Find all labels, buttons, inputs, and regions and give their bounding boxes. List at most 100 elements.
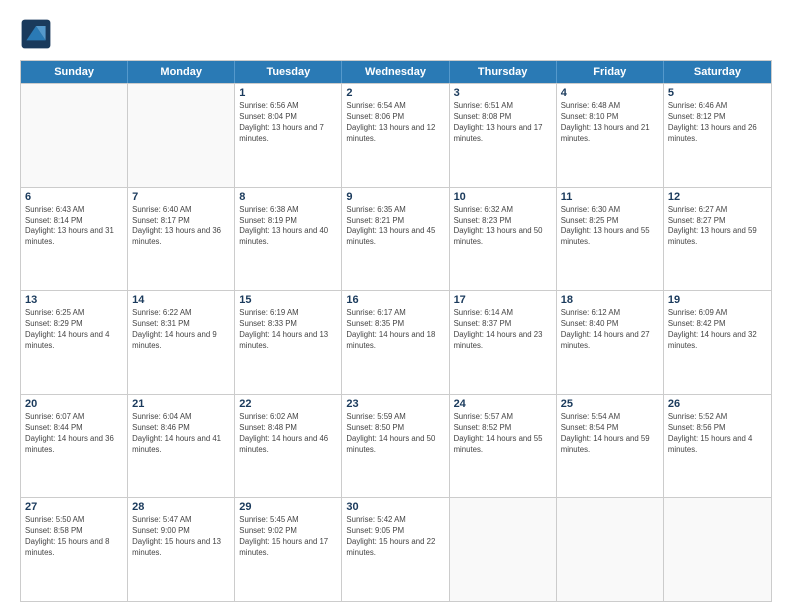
calendar-cell: 25 Sunrise: 5:54 AM Sunset: 8:54 PM Dayli… — [557, 395, 664, 498]
header-day-sunday: Sunday — [21, 61, 128, 83]
calendar-cell: 7 Sunrise: 6:40 AM Sunset: 8:17 PM Daylig… — [128, 188, 235, 291]
day-info: Sunrise: 6:51 AM Sunset: 8:08 PM Dayligh… — [454, 101, 552, 145]
day-number: 23 — [346, 398, 444, 410]
calendar-header: SundayMondayTuesdayWednesdayThursdayFrid… — [21, 61, 771, 83]
header — [20, 18, 772, 50]
day-number: 26 — [668, 398, 767, 410]
day-info: Sunrise: 6:09 AM Sunset: 8:42 PM Dayligh… — [668, 308, 767, 352]
header-day-monday: Monday — [128, 61, 235, 83]
calendar-cell: 1 Sunrise: 6:56 AM Sunset: 8:04 PM Daylig… — [235, 84, 342, 187]
day-info: Sunrise: 5:59 AM Sunset: 8:50 PM Dayligh… — [346, 412, 444, 456]
calendar-cell: 29Sunrise: 5:45 AM Sunset: 9:02 PM Dayli… — [235, 498, 342, 601]
calendar-cell: 22 Sunrise: 6:02 AM Sunset: 8:48 PM Dayli… — [235, 395, 342, 498]
day-number: 27 — [25, 501, 123, 513]
day-number: 15 — [239, 294, 337, 306]
calendar-cell: 14Sunrise: 6:22 AM Sunset: 8:31 PM Dayli… — [128, 291, 235, 394]
day-number: 29 — [239, 501, 337, 513]
calendar-cell: 10 Sunrise: 6:32 AM Sunset: 8:23 PM Dayli… — [450, 188, 557, 291]
day-info: Sunrise: 6:32 AM Sunset: 8:23 PM Dayligh… — [454, 205, 552, 249]
day-info: Sunrise: 6:17 AM Sunset: 8:35 PM Dayligh… — [346, 308, 444, 352]
calendar-cell: 23 Sunrise: 5:59 AM Sunset: 8:50 PM Dayli… — [342, 395, 449, 498]
calendar-row-3: 13 Sunrise: 6:25 AM Sunset: 8:29 PM Dayli… — [21, 290, 771, 394]
day-number: 30 — [346, 501, 444, 513]
calendar-cell: 15 Sunrise: 6:19 AM Sunset: 8:33 PM Dayli… — [235, 291, 342, 394]
day-number: 1 — [239, 87, 337, 99]
calendar-cell: 27 Sunrise: 5:50 AM Sunset: 8:58 PM Dayli… — [21, 498, 128, 601]
calendar-cell — [664, 498, 771, 601]
day-number: 2 — [346, 87, 444, 99]
day-info: Sunrise: 6:38 AM Sunset: 8:19 PM Dayligh… — [239, 205, 337, 249]
calendar-cell: 11Sunrise: 6:30 AM Sunset: 8:25 PM Dayli… — [557, 188, 664, 291]
calendar: SundayMondayTuesdayWednesdayThursdayFrid… — [20, 60, 772, 602]
day-info: Sunrise: 6:56 AM Sunset: 8:04 PM Dayligh… — [239, 101, 337, 145]
day-info: Sunrise: 5:57 AM Sunset: 8:52 PM Dayligh… — [454, 412, 552, 456]
day-number: 11 — [561, 191, 659, 203]
day-info: Sunrise: 5:42 AM Sunset: 9:05 PM Dayligh… — [346, 515, 444, 559]
day-info: Sunrise: 5:52 AM Sunset: 8:56 PM Dayligh… — [668, 412, 767, 456]
day-info: Sunrise: 6:54 AM Sunset: 8:06 PM Dayligh… — [346, 101, 444, 145]
day-number: 3 — [454, 87, 552, 99]
header-day-tuesday: Tuesday — [235, 61, 342, 83]
day-info: Sunrise: 6:25 AM Sunset: 8:29 PM Dayligh… — [25, 308, 123, 352]
day-info: Sunrise: 6:02 AM Sunset: 8:48 PM Dayligh… — [239, 412, 337, 456]
day-number: 28 — [132, 501, 230, 513]
calendar-cell: 13 Sunrise: 6:25 AM Sunset: 8:29 PM Dayli… — [21, 291, 128, 394]
calendar-cell: 6 Sunrise: 6:43 AM Sunset: 8:14 PM Daylig… — [21, 188, 128, 291]
day-info: Sunrise: 6:07 AM Sunset: 8:44 PM Dayligh… — [25, 412, 123, 456]
day-number: 12 — [668, 191, 767, 203]
day-number: 21 — [132, 398, 230, 410]
calendar-cell: 9Sunrise: 6:35 AM Sunset: 8:21 PM Daylig… — [342, 188, 449, 291]
calendar-cell: 2 Sunrise: 6:54 AM Sunset: 8:06 PM Daylig… — [342, 84, 449, 187]
calendar-cell: 20 Sunrise: 6:07 AM Sunset: 8:44 PM Dayli… — [21, 395, 128, 498]
day-number: 10 — [454, 191, 552, 203]
day-number: 5 — [668, 87, 767, 99]
day-number: 4 — [561, 87, 659, 99]
day-info: Sunrise: 6:19 AM Sunset: 8:33 PM Dayligh… — [239, 308, 337, 352]
calendar-cell: 18 Sunrise: 6:12 AM Sunset: 8:40 PM Dayli… — [557, 291, 664, 394]
calendar-row-4: 20 Sunrise: 6:07 AM Sunset: 8:44 PM Dayli… — [21, 394, 771, 498]
calendar-row-5: 27 Sunrise: 5:50 AM Sunset: 8:58 PM Dayli… — [21, 497, 771, 601]
header-day-friday: Friday — [557, 61, 664, 83]
day-number: 7 — [132, 191, 230, 203]
calendar-cell: 3 Sunrise: 6:51 AM Sunset: 8:08 PM Daylig… — [450, 84, 557, 187]
day-number: 9 — [346, 191, 444, 203]
calendar-row-2: 6 Sunrise: 6:43 AM Sunset: 8:14 PM Daylig… — [21, 187, 771, 291]
day-info: Sunrise: 6:14 AM Sunset: 8:37 PM Dayligh… — [454, 308, 552, 352]
day-number: 8 — [239, 191, 337, 203]
calendar-cell: 26 Sunrise: 5:52 AM Sunset: 8:56 PM Dayli… — [664, 395, 771, 498]
header-day-wednesday: Wednesday — [342, 61, 449, 83]
calendar-cell: 28 Sunrise: 5:47 AM Sunset: 9:00 PM Dayli… — [128, 498, 235, 601]
day-info: Sunrise: 6:43 AM Sunset: 8:14 PM Dayligh… — [25, 205, 123, 249]
day-info: Sunrise: 6:40 AM Sunset: 8:17 PM Dayligh… — [132, 205, 230, 249]
day-info: Sunrise: 6:12 AM Sunset: 8:40 PM Dayligh… — [561, 308, 659, 352]
day-number: 6 — [25, 191, 123, 203]
day-info: Sunrise: 6:46 AM Sunset: 8:12 PM Dayligh… — [668, 101, 767, 145]
calendar-cell — [128, 84, 235, 187]
day-number: 17 — [454, 294, 552, 306]
calendar-cell: 16 Sunrise: 6:17 AM Sunset: 8:35 PM Dayli… — [342, 291, 449, 394]
calendar-cell: 8 Sunrise: 6:38 AM Sunset: 8:19 PM Daylig… — [235, 188, 342, 291]
day-info: Sunrise: 6:22 AM Sunset: 8:31 PM Dayligh… — [132, 308, 230, 352]
calendar-cell: 5 Sunrise: 6:46 AM Sunset: 8:12 PM Daylig… — [664, 84, 771, 187]
day-info: Sunrise: 5:50 AM Sunset: 8:58 PM Dayligh… — [25, 515, 123, 559]
calendar-cell: 21Sunrise: 6:04 AM Sunset: 8:46 PM Dayli… — [128, 395, 235, 498]
calendar-row-1: 1 Sunrise: 6:56 AM Sunset: 8:04 PM Daylig… — [21, 83, 771, 187]
calendar-cell — [557, 498, 664, 601]
calendar-body: 1 Sunrise: 6:56 AM Sunset: 8:04 PM Daylig… — [21, 83, 771, 601]
logo — [20, 18, 56, 50]
calendar-cell: 24Sunrise: 5:57 AM Sunset: 8:52 PM Dayli… — [450, 395, 557, 498]
day-number: 22 — [239, 398, 337, 410]
page: SundayMondayTuesdayWednesdayThursdayFrid… — [0, 0, 792, 612]
day-number: 16 — [346, 294, 444, 306]
day-info: Sunrise: 5:54 AM Sunset: 8:54 PM Dayligh… — [561, 412, 659, 456]
day-number: 25 — [561, 398, 659, 410]
calendar-cell: 19Sunrise: 6:09 AM Sunset: 8:42 PM Dayli… — [664, 291, 771, 394]
day-info: Sunrise: 5:47 AM Sunset: 9:00 PM Dayligh… — [132, 515, 230, 559]
header-day-thursday: Thursday — [450, 61, 557, 83]
calendar-cell — [21, 84, 128, 187]
day-number: 13 — [25, 294, 123, 306]
calendar-cell: 30 Sunrise: 5:42 AM Sunset: 9:05 PM Dayli… — [342, 498, 449, 601]
calendar-cell: 17 Sunrise: 6:14 AM Sunset: 8:37 PM Dayli… — [450, 291, 557, 394]
day-number: 18 — [561, 294, 659, 306]
day-number: 20 — [25, 398, 123, 410]
